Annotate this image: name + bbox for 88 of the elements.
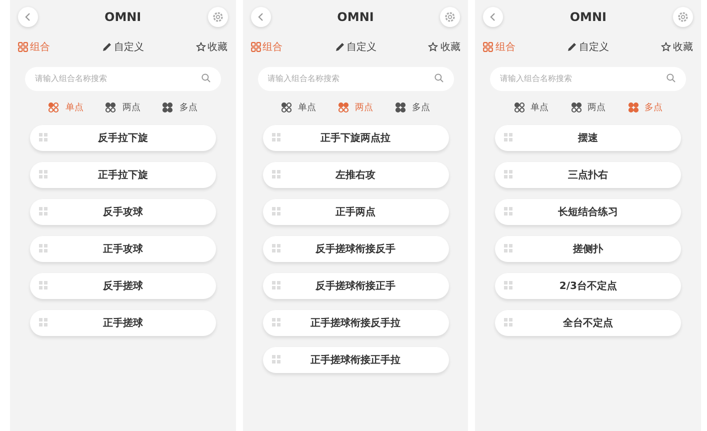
filter-tab[interactable]: 多点 <box>395 101 430 114</box>
pencil-icon <box>567 42 578 52</box>
grid-icon <box>504 244 514 253</box>
dots-icon <box>395 102 406 113</box>
pencil-icon <box>102 42 112 52</box>
filter-tab[interactable]: 单点 <box>514 101 549 114</box>
dots-icon <box>48 102 60 113</box>
tab[interactable]: 收藏 <box>661 40 693 54</box>
grid-icon <box>272 318 280 327</box>
tab[interactable]: 自定义 <box>334 40 376 54</box>
search-icon <box>434 73 444 83</box>
filter-tab[interactable]: 多点 <box>162 101 198 114</box>
grid-icon <box>272 170 280 179</box>
pencil-icon <box>334 42 344 52</box>
dots-icon <box>105 102 116 113</box>
filter-tab[interactable]: 两点 <box>570 101 606 114</box>
dots-icon <box>570 102 582 113</box>
star-icon <box>196 42 206 52</box>
grid-icon <box>272 355 280 364</box>
app-title: OMNI <box>570 10 606 24</box>
grid-icon <box>504 133 514 142</box>
tab[interactable]: 自定义 <box>102 40 144 54</box>
grid-icon <box>272 281 280 290</box>
drill-item[interactable]: 正手两点 <box>262 199 448 225</box>
drill-item[interactable]: 反手攻球 <box>30 199 216 225</box>
drill-item[interactable]: 正手搓球衔接反手拉 <box>262 310 448 336</box>
drill-item[interactable]: 反手拉下旋 <box>30 125 216 151</box>
grid-icon <box>18 42 28 52</box>
settings-icon <box>444 11 456 23</box>
drill-item[interactable]: 摆速 <box>495 125 682 151</box>
grid-icon <box>38 318 48 327</box>
grid-icon <box>483 42 494 52</box>
grid-icon <box>38 244 48 253</box>
grid-icon <box>38 170 48 179</box>
drill-item[interactable]: 搓侧扑 <box>495 236 682 262</box>
drill-item[interactable]: 正手搓球 <box>30 310 216 336</box>
grid-icon <box>38 207 48 216</box>
grid-icon <box>272 207 280 216</box>
app-title: OMNI <box>104 10 142 24</box>
tab[interactable]: 收藏 <box>196 40 228 54</box>
drill-item[interactable]: 正手搓球衔接正手拉 <box>262 347 448 373</box>
search-field[interactable]: 请输入组合名称搜索 <box>24 66 221 90</box>
search-icon <box>666 73 676 83</box>
grid-icon <box>504 318 514 327</box>
settings-button[interactable] <box>673 7 693 27</box>
settings-button[interactable] <box>440 7 460 27</box>
drill-item[interactable]: 长短结合练习 <box>495 199 682 225</box>
drill-item[interactable]: 左推右攻 <box>262 162 448 188</box>
tab[interactable]: 自定义 <box>567 40 610 54</box>
back-icon <box>23 12 33 22</box>
star-icon <box>661 42 671 52</box>
drill-item[interactable]: 反手搓球衔接正手 <box>262 273 448 299</box>
dots-icon <box>338 102 349 113</box>
grid-icon <box>272 244 280 253</box>
drill-item[interactable]: 2/3台不定点 <box>495 273 682 299</box>
grid-icon <box>38 281 48 290</box>
back-icon <box>256 12 266 22</box>
grid-icon <box>250 42 261 52</box>
search-icon <box>200 73 211 83</box>
dots-icon <box>162 102 174 113</box>
drill-item[interactable]: 反手搓球衔接反手 <box>262 236 448 262</box>
search-field[interactable]: 请输入组合名称搜索 <box>258 66 454 90</box>
back-button[interactable] <box>18 7 38 27</box>
filter-tab[interactable]: 单点 <box>281 101 316 114</box>
back-button[interactable] <box>250 7 271 27</box>
grid-icon <box>38 133 48 142</box>
grid-icon <box>504 207 514 216</box>
grid-icon <box>504 170 514 179</box>
dots-icon <box>628 102 639 113</box>
settings-button[interactable] <box>208 7 228 27</box>
tab[interactable]: 收藏 <box>428 40 460 54</box>
drill-item[interactable]: 正手拉下旋 <box>30 162 216 188</box>
dots-icon <box>514 102 525 113</box>
app-title: OMNI <box>337 10 374 24</box>
back-button[interactable] <box>483 7 504 27</box>
grid-icon <box>272 133 280 142</box>
drill-item[interactable]: 全台不定点 <box>495 310 682 336</box>
star-icon <box>428 42 438 52</box>
grid-icon <box>504 281 514 290</box>
settings-icon <box>677 11 689 23</box>
drill-item[interactable]: 三点扑右 <box>495 162 682 188</box>
search-field[interactable]: 请输入组合名称搜索 <box>490 66 686 90</box>
filter-tab[interactable]: 两点 <box>105 101 140 114</box>
drill-item[interactable]: 正手攻球 <box>30 236 216 262</box>
drill-item[interactable]: 正手下旋两点拉 <box>262 125 448 151</box>
settings-icon <box>212 11 224 23</box>
drill-item[interactable]: 反手搓球 <box>30 273 216 299</box>
dots-icon <box>281 102 292 113</box>
